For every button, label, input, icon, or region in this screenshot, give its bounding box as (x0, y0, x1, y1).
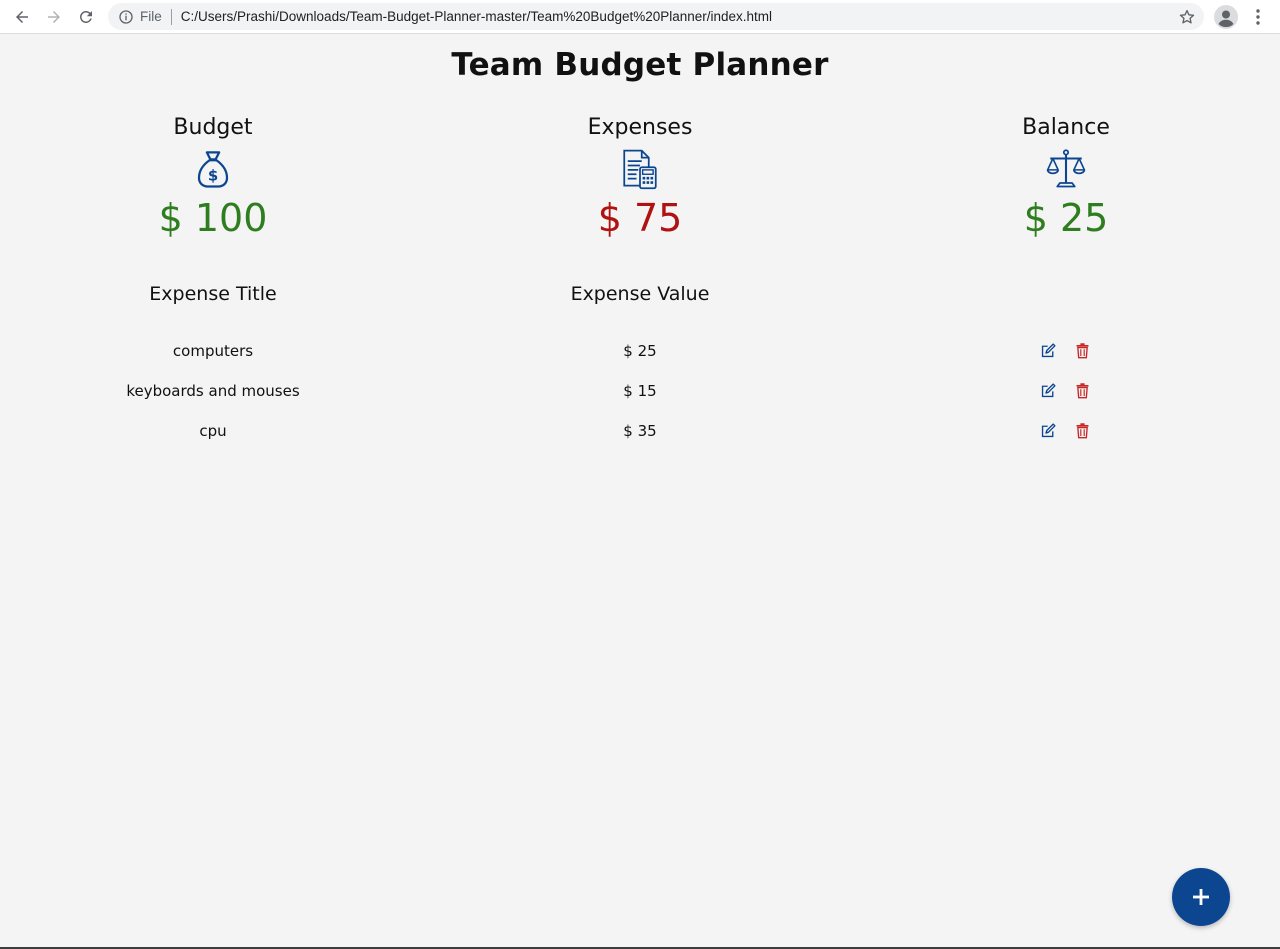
expense-value-header: Expense Value (570, 283, 710, 305)
delete-trash-icon[interactable] (1074, 422, 1091, 439)
reload-button[interactable] (70, 1, 102, 33)
row-actions (1040, 422, 1091, 439)
edit-icon[interactable] (1040, 342, 1057, 359)
row-actions (1040, 342, 1091, 359)
forward-button[interactable] (38, 1, 70, 33)
add-expense-button[interactable] (1172, 868, 1230, 926)
delete-trash-icon[interactable] (1074, 342, 1091, 359)
page-content: Team Budget Planner Budget $ $ 100 Expen… (0, 35, 1280, 949)
back-button[interactable] (6, 1, 38, 33)
table-row: computers $ 25 (0, 336, 1280, 366)
expenses-label: Expenses (587, 115, 693, 140)
expenses-card: Expenses $ 75 (490, 115, 790, 242)
table-row: keyboards and mouses $ 15 (0, 376, 1280, 406)
plus-icon (1193, 889, 1209, 905)
expense-title-header: Expense Title (149, 283, 277, 305)
forward-arrow-icon (48, 11, 60, 23)
expense-value-cell: $ 25 (623, 342, 657, 360)
profile-avatar-icon[interactable] (1214, 5, 1238, 29)
balance-amount: $ 25 (1023, 196, 1109, 240)
budget-card: Budget $ $ 100 (63, 115, 363, 242)
balance-card: Balance $ 25 (916, 115, 1216, 242)
budget-label: Budget (173, 115, 253, 140)
expense-value-cell: $ 35 (623, 422, 657, 440)
browser-menu-icon[interactable] (1250, 6, 1266, 28)
expense-title-cell: cpu (199, 422, 227, 440)
money-bag-icon: $ (63, 148, 363, 194)
info-icon[interactable] (118, 9, 134, 25)
delete-trash-icon[interactable] (1074, 382, 1091, 399)
invoice-calculator-icon (490, 148, 790, 194)
balance-label: Balance (1022, 115, 1110, 140)
edit-icon[interactable] (1040, 382, 1057, 399)
browser-toolbar: File C:/Users/Prashi/Downloads/Team-Budg… (0, 0, 1280, 34)
scheme-label: File (140, 9, 162, 24)
omnibox-divider (170, 8, 172, 25)
table-row: cpu $ 35 (0, 416, 1280, 446)
expenses-amount: $ 75 (597, 196, 683, 240)
back-arrow-icon (16, 11, 28, 23)
url-text[interactable]: C:/Users/Prashi/Downloads/Team-Budget-Pl… (181, 9, 772, 24)
svg-text:$: $ (208, 166, 218, 184)
expense-title-cell: keyboards and mouses (126, 382, 300, 400)
budget-amount: $ 100 (158, 196, 268, 240)
edit-icon[interactable] (1040, 422, 1057, 439)
address-bar[interactable]: File C:/Users/Prashi/Downloads/Team-Budg… (108, 3, 1204, 30)
expense-title-cell: computers (172, 342, 254, 360)
row-actions (1040, 382, 1091, 399)
page-title: Team Budget Planner (451, 47, 829, 83)
scales-icon (916, 148, 1216, 194)
bookmark-star-icon[interactable] (1178, 8, 1196, 26)
expense-value-cell: $ 15 (623, 382, 657, 400)
reload-icon (79, 10, 92, 23)
